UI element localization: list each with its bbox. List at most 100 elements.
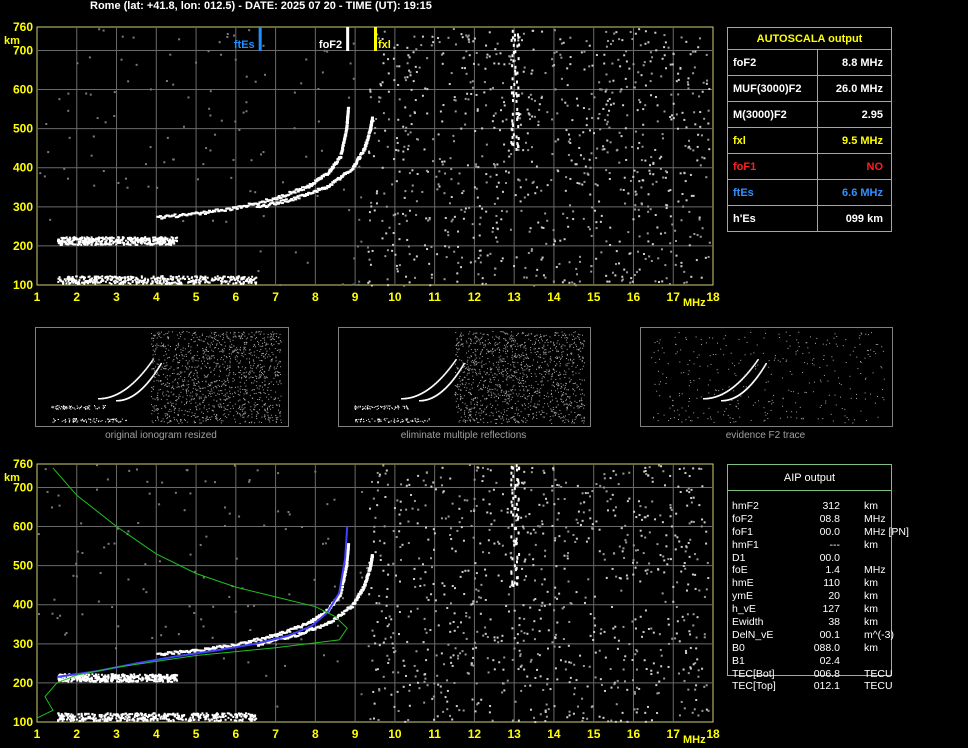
autoscala-row-fof1: foF1 NO <box>728 154 891 180</box>
x-tick-label: 2 <box>73 727 80 741</box>
aip-row-hmf1: hmF1 --- km <box>732 539 914 552</box>
autoscala-table: AUTOSCALA output foF2 8.8 MHz MUF(3000)F2 2… <box>727 27 892 232</box>
aip-row-hmf2: hmF2 312 km <box>732 500 914 513</box>
autoscala-key: foF2 <box>728 50 818 75</box>
aip-row-d1: D1 00.0 <box>732 552 914 565</box>
marker-label: foF2 <box>319 39 342 51</box>
thumbnail-eliminate <box>338 327 591 427</box>
aip-row-b1: B1 02.4 <box>732 655 914 668</box>
x-tick-label: 10 <box>388 727 402 741</box>
aip-value: 312 <box>822 500 840 512</box>
thumbnail-caption-original: original ionogram resized <box>105 430 217 441</box>
aip-unit: km <box>864 603 878 616</box>
x-tick-label: 12 <box>468 290 482 304</box>
aip-value: 08.8 <box>819 512 840 525</box>
autoscala-value: 8.8 MHz <box>842 56 883 69</box>
x-tick-label: 1 <box>34 290 41 304</box>
autoscala-row-h-es: h'Es 099 km <box>728 206 891 231</box>
y-tick-label: 500 <box>13 559 33 573</box>
y-tick-label: 300 <box>13 200 33 214</box>
autoscala-value: 26.0 MHz <box>835 82 883 95</box>
aip-value: 38 <box>828 616 840 629</box>
autoscala-value: 2.95 <box>861 108 883 121</box>
aip-title: AIP output <box>728 465 891 491</box>
aip-value: 20 <box>828 590 840 603</box>
y-axis-label: km <box>4 35 20 47</box>
trace-f2-ordinary <box>156 106 351 220</box>
trace-es-layer <box>56 236 179 246</box>
aip-key: DelN_vE <box>732 628 774 641</box>
aip-value: 1.4 <box>825 564 840 577</box>
autoscala-key: h'Es <box>728 206 818 231</box>
x-tick-label: 5 <box>193 290 200 304</box>
autoscala-row-ftes: ftEs 6.6 MHz <box>728 180 891 206</box>
aip-value: 012.1 <box>813 680 840 693</box>
aip-key: hmE <box>732 577 754 590</box>
x-tick-label: 15 <box>587 290 601 304</box>
x-axis-label: MHz <box>683 297 706 309</box>
noise-dots <box>37 464 710 724</box>
trace-e-layer <box>57 275 258 286</box>
x-tick-label: 18 <box>706 727 720 741</box>
x-tick-label: 14 <box>547 727 561 741</box>
y-axis-label: km <box>4 472 20 484</box>
aip-key: Ewidth <box>732 616 764 629</box>
marker-bar <box>258 27 262 51</box>
autoscala-key: fxl <box>728 128 818 153</box>
x-tick-label: 3 <box>113 727 120 741</box>
aip-unit <box>864 655 914 668</box>
autoscala-row-muf-3000-f2: MUF(3000)F2 26.0 MHz <box>728 76 891 102</box>
aip-key: foF1 <box>732 525 754 538</box>
marker-bar <box>346 27 350 51</box>
autoscala-row-fof2: foF2 8.8 MHz <box>728 50 891 76</box>
x-tick-label: 5 <box>193 727 200 741</box>
thumbnail-caption-eliminate: eliminate multiple reflections <box>400 430 527 441</box>
aip-key: h_vE <box>732 603 756 616</box>
x-tick-label: 2 <box>73 290 80 304</box>
y-tick-label: 400 <box>13 161 33 175</box>
trace-f2-extraordinary <box>255 554 374 647</box>
aip-unit: km <box>864 641 878 654</box>
aip-row-b0: B0 088.0 km <box>732 642 914 655</box>
aip-key: hmF2 <box>732 500 759 512</box>
x-tick-label: 17 <box>667 290 681 304</box>
x-tick-label: 6 <box>232 727 239 741</box>
x-tick-label: 4 <box>153 727 160 741</box>
thumbnail-evidence <box>640 327 893 427</box>
aip-key: foE <box>732 564 748 577</box>
autoscala-key: ftEs <box>728 180 818 205</box>
y-tick-label: 600 <box>13 520 33 534</box>
x-tick-label: 17 <box>667 727 681 741</box>
aip-key: hmF1 <box>732 538 759 551</box>
autoscala-key: foF1 <box>728 154 818 179</box>
x-tick-label: 11 <box>428 290 441 304</box>
aip-unit: km <box>864 590 878 603</box>
aip-row-ewidth: Ewidth 38 km <box>732 616 914 629</box>
trace-f2-extraordinary <box>255 116 374 209</box>
aip-value: 088.0 <box>813 641 840 654</box>
marker-label: fxl <box>378 39 391 51</box>
marker-fxl: fxl <box>374 27 391 51</box>
x-tick-label: 13 <box>507 727 521 741</box>
ionogram-bottom: 1 2 3 4 5 6 7 8 9 10 11 12 13 14 15 16 17 181002003004005… <box>4 457 720 746</box>
autoscala-value: 9.5 MHz <box>842 134 883 147</box>
aip-row-tec-bot-: TEC[Bot] 006.8 TECU <box>732 668 914 681</box>
thumbnail-original <box>35 327 289 427</box>
aip-value: --- <box>829 538 841 551</box>
x-tick-label: 7 <box>272 727 279 741</box>
x-tick-label: 12 <box>468 727 482 741</box>
y-tick-label: 100 <box>13 278 33 292</box>
aip-value: 006.8 <box>813 667 840 680</box>
aip-unit: km <box>864 500 878 512</box>
x-tick-label: 8 <box>312 290 319 304</box>
y-tick-label: 760 <box>13 20 33 34</box>
aip-value: 110 <box>823 577 840 590</box>
aip-value: 00.0 <box>819 551 840 564</box>
autoscala-value: 099 km <box>845 212 883 225</box>
aip-row-fof2: foF2 08.8 MHz <box>732 513 914 526</box>
autoscala-value: 6.6 MHz <box>842 186 883 199</box>
aip-value: 02.4 <box>819 654 840 667</box>
x-tick-label: 8 <box>312 727 319 741</box>
aip-key: TEC[Bot] <box>732 667 775 680</box>
y-tick-label: 300 <box>13 637 33 651</box>
